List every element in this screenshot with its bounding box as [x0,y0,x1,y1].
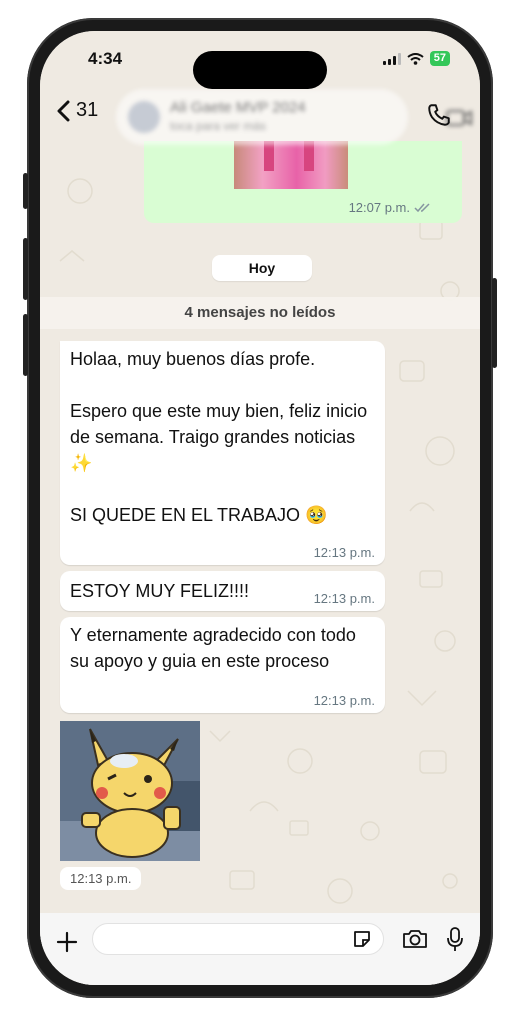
wifi-icon [407,52,424,65]
previous-outgoing-message[interactable]: 12:07 p.m. [144,141,462,223]
message-text: Holaa, muy buenos días profe. Espero que… [70,349,368,525]
sticker-icon[interactable] [352,929,372,949]
action-button [23,173,28,209]
pikachu-sticker[interactable] [60,721,200,861]
avatar [128,101,160,133]
message-composer [40,913,480,985]
contact-name: Ali Gaete MVP 2024 [170,99,306,116]
volume-down-button [23,314,28,376]
power-button [492,278,497,368]
clock: 4:34 [88,49,123,68]
battery-indicator: 57 [429,51,450,66]
unread-messages-banner: 4 mensajes no leídos [40,297,480,329]
screen: 4:34 57 31 Ali Gaete MVP 2024 toca para … [40,31,480,985]
signal-icon [382,52,401,65]
message-time: 12:13 p.m. [313,693,375,708]
volume-up-button [23,238,28,300]
incoming-message[interactable]: ESTOY MUY FELIZ!!!! 12:13 p.m. [60,571,385,611]
incoming-message[interactable]: Y eternamente agradecido con todo su apo… [60,617,385,713]
status-icons: 57 [382,51,450,66]
message-input[interactable] [92,923,384,955]
sticker-time: 12:13 p.m. [60,867,142,890]
message-time: 12:07 p.m. [348,200,410,215]
incoming-message[interactable]: Holaa, muy buenos días profe. Espero que… [60,341,385,565]
back-chevron-icon [57,100,70,121]
microphone-icon[interactable] [446,927,464,953]
chat-header: 31 Ali Gaete MVP 2024 toca para ver más [40,85,480,149]
unread-chats-count: 31 [76,99,99,121]
message-time: 12:13 p.m. [313,545,375,560]
message-meta: 12:07 p.m. [349,200,432,215]
camera-icon[interactable] [402,929,428,949]
date-separator: Hoy [212,255,312,281]
plus-icon[interactable] [56,931,78,953]
contact-info-button[interactable]: Ali Gaete MVP 2024 toca para ver más [116,89,472,145]
message-text: Y eternamente agradecido con todo su apo… [70,625,356,671]
double-check-icon [414,203,430,213]
dynamic-island [193,51,327,89]
contact-subtitle: toca para ver más [170,119,267,133]
back-button[interactable]: 31 [56,99,98,122]
message-time: 12:13 p.m. [313,591,375,606]
phone-frame: 4:34 57 31 Ali Gaete MVP 2024 toca para … [23,18,497,998]
phone-call-icon[interactable] [426,102,452,128]
